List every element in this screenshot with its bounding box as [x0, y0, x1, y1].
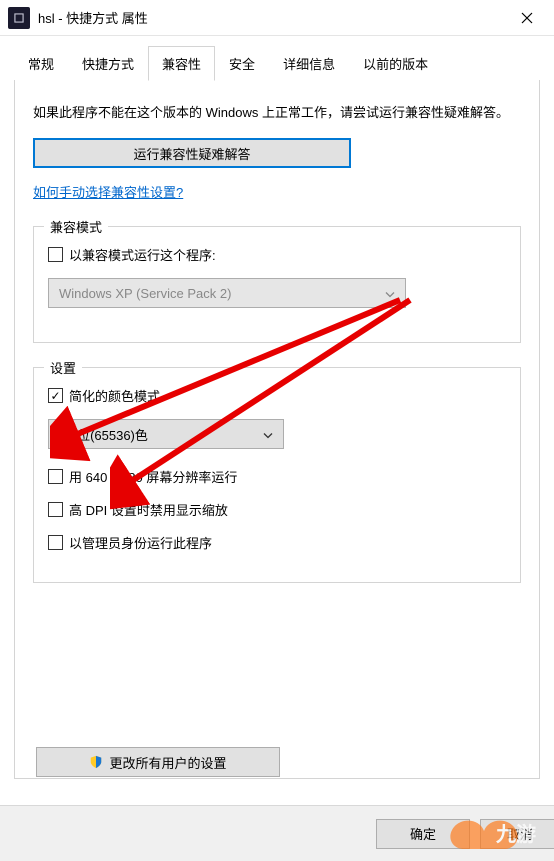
app-icon [8, 7, 30, 29]
checkbox-run-as-admin[interactable] [48, 535, 63, 550]
shield-icon [89, 755, 103, 769]
help-link[interactable]: 如何手动选择兼容性设置? [33, 182, 183, 201]
label-run-as-admin: 以管理员身份运行此程序 [69, 533, 212, 552]
chevron-down-icon [263, 427, 273, 442]
label-reduced-color: 简化的颜色模式 [69, 386, 160, 405]
select-color-depth[interactable]: 16 位(65536)色 [48, 419, 284, 449]
ok-button[interactable]: 确定 [376, 819, 470, 849]
change-all-label: 更改所有用户的设置 [109, 753, 226, 772]
run-troubleshooter-button[interactable]: 运行兼容性疑难解答 [33, 138, 351, 168]
checkbox-reduced-color[interactable] [48, 388, 63, 403]
tab-content: 如果此程序不能在这个版本的 Windows 上正常工作，请尝试运行兼容性疑难解答… [14, 79, 540, 779]
group-settings: 设置 简化的颜色模式 16 位(65536)色 用 640 x 480 屏幕分辨… [33, 367, 521, 583]
select-color-value: 16 位(65536)色 [59, 425, 148, 444]
titlebar: hsl - 快捷方式 属性 [0, 0, 554, 36]
select-compat-value: Windows XP (Service Pack 2) [59, 286, 231, 301]
group-compatibility-mode: 兼容模式 以兼容模式运行这个程序: Windows XP (Service Pa… [33, 226, 521, 343]
select-compat-os[interactable]: Windows XP (Service Pack 2) [48, 278, 406, 308]
tab-shortcut[interactable]: 快捷方式 [68, 46, 148, 80]
dialog-footer: 确定 取消 [0, 805, 554, 861]
tabs-bar: 常规 快捷方式 兼容性 安全 详细信息 以前的版本 [0, 36, 554, 80]
tab-previous-versions[interactable]: 以前的版本 [349, 46, 442, 80]
tab-general[interactable]: 常规 [14, 46, 68, 80]
cancel-button[interactable]: 取消 [480, 819, 554, 849]
checkbox-compat-mode[interactable] [48, 247, 63, 262]
tab-compatibility[interactable]: 兼容性 [148, 46, 215, 81]
group-label-compat: 兼容模式 [44, 217, 108, 236]
checkbox-dpi-scaling[interactable] [48, 502, 63, 517]
change-all-users-button[interactable]: 更改所有用户的设置 [36, 747, 280, 777]
chevron-down-icon [385, 286, 395, 301]
close-button[interactable] [504, 0, 550, 36]
checkbox-label-compat: 以兼容模式运行这个程序: [69, 245, 216, 264]
label-dpi-scaling: 高 DPI 设置时禁用显示缩放 [69, 500, 228, 519]
checkbox-640x480[interactable] [48, 469, 63, 484]
label-640x480: 用 640 x 480 屏幕分辨率运行 [69, 467, 237, 486]
group-label-settings: 设置 [44, 358, 82, 377]
intro-text: 如果此程序不能在这个版本的 Windows 上正常工作，请尝试运行兼容性疑难解答… [33, 102, 521, 124]
window-title: hsl - 快捷方式 属性 [38, 8, 504, 27]
tab-security[interactable]: 安全 [215, 46, 269, 80]
tab-details[interactable]: 详细信息 [269, 46, 349, 80]
